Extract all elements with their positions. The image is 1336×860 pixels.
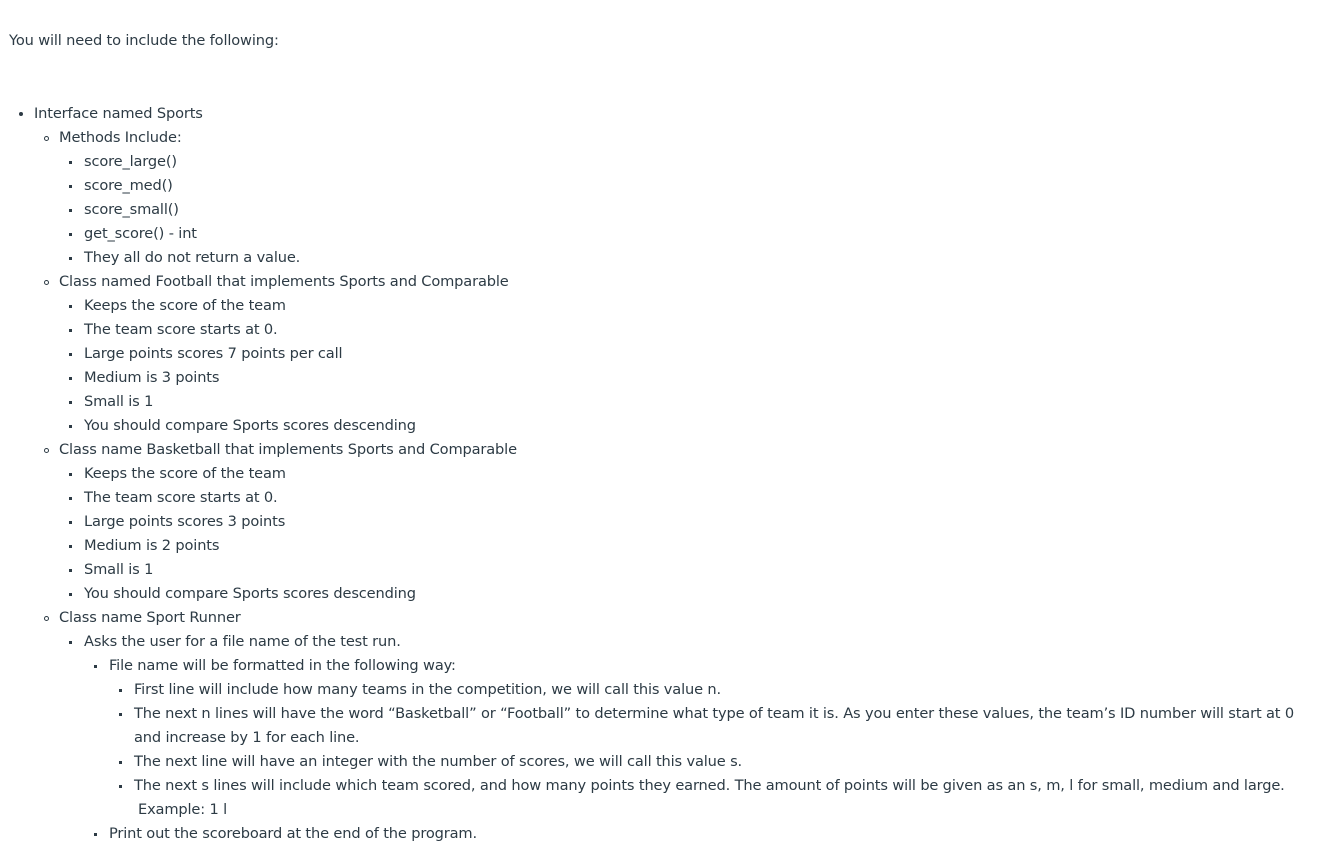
list-item: You should compare Sports scores descend… bbox=[59, 414, 1320, 438]
basketball-rule-text: You should compare Sports scores descend… bbox=[84, 585, 416, 602]
circle-bullet-icon bbox=[44, 280, 49, 285]
basketball-rule-text: The team score starts at 0. bbox=[84, 489, 278, 506]
list-item: First line will include how many teams i… bbox=[109, 678, 1320, 702]
method-text: They all do not return a value. bbox=[84, 249, 301, 266]
circle-bullet-icon bbox=[44, 448, 49, 453]
method-text: get_score() - int bbox=[84, 225, 197, 242]
disc-bullet-icon bbox=[19, 112, 23, 116]
square-bullet-icon bbox=[94, 833, 97, 836]
list-item: The team score starts at 0. bbox=[59, 318, 1320, 342]
methods-label: Methods Include: bbox=[59, 129, 182, 146]
format-line-text: The next n lines will have the word “Bas… bbox=[134, 705, 1294, 746]
basketball-rule-text: Keeps the score of the team bbox=[84, 465, 286, 482]
football-list: Keeps the score of the team The team sco… bbox=[59, 294, 1320, 438]
format-line-text: The next s lines will include which team… bbox=[134, 777, 1285, 794]
square-bullet-icon bbox=[94, 665, 97, 668]
list-item: Keeps the score of the team bbox=[59, 294, 1320, 318]
interface-sublist: Methods Include: score_large() score_med… bbox=[34, 126, 1320, 846]
list-item: score_small() bbox=[59, 198, 1320, 222]
football-rule-text: Small is 1 bbox=[84, 393, 154, 410]
square-bullet-icon bbox=[69, 209, 72, 212]
square-bullet-icon bbox=[69, 353, 72, 356]
list-item-format: File name will be formatted in the follo… bbox=[84, 654, 1320, 822]
interface-label: Interface named Sports bbox=[34, 105, 203, 122]
square-bullet-icon bbox=[119, 689, 122, 692]
football-rule-text: The team score starts at 0. bbox=[84, 321, 278, 338]
list-item-sport-runner: Class name Sport Runner Asks the user fo… bbox=[34, 606, 1320, 846]
football-label: Class named Football that implements Spo… bbox=[59, 273, 509, 290]
list-item: get_score() - int bbox=[59, 222, 1320, 246]
list-item: The team score starts at 0. bbox=[59, 486, 1320, 510]
list-item: The next s lines will include which team… bbox=[109, 774, 1320, 822]
football-rule-text: You should compare Sports scores descend… bbox=[84, 417, 416, 434]
list-item: Small is 1 bbox=[59, 558, 1320, 582]
basketball-rule-text: Small is 1 bbox=[84, 561, 154, 578]
runner-list: Asks the user for a file name of the tes… bbox=[59, 630, 1320, 846]
runner-format-list: File name will be formatted in the follo… bbox=[84, 654, 1320, 846]
square-bullet-icon bbox=[69, 185, 72, 188]
square-bullet-icon bbox=[69, 161, 72, 164]
example-text: Example: 1 l bbox=[138, 801, 228, 818]
list-item-print: Print out the scoreboard at the end of t… bbox=[84, 822, 1320, 846]
print-text: Print out the scoreboard at the end of t… bbox=[109, 825, 477, 842]
square-bullet-icon bbox=[69, 473, 72, 476]
format-line-text: The next line will have an integer with … bbox=[134, 753, 743, 770]
square-bullet-icon bbox=[119, 785, 122, 788]
football-rule-text: Large points scores 7 points per call bbox=[84, 345, 343, 362]
list-item: They all do not return a value. bbox=[59, 246, 1320, 270]
list-item: The next n lines will have the word “Bas… bbox=[109, 702, 1320, 750]
format-line-text: First line will include how many teams i… bbox=[134, 681, 721, 698]
square-bullet-icon bbox=[69, 497, 72, 500]
square-bullet-icon bbox=[69, 593, 72, 596]
method-text: score_med() bbox=[84, 177, 173, 194]
football-rule-text: Keeps the score of the team bbox=[84, 297, 286, 314]
runner-label: Class name Sport Runner bbox=[59, 609, 241, 626]
runner-asks-text: Asks the user for a file name of the tes… bbox=[84, 633, 401, 650]
square-bullet-icon bbox=[69, 569, 72, 572]
requirements-list: Interface named Sports Methods Include: … bbox=[0, 102, 1320, 846]
circle-bullet-icon bbox=[44, 136, 49, 141]
list-item: score_med() bbox=[59, 174, 1320, 198]
square-bullet-icon bbox=[119, 761, 122, 764]
list-item: Large points scores 7 points per call bbox=[59, 342, 1320, 366]
method-text: score_large() bbox=[84, 153, 177, 170]
square-bullet-icon bbox=[119, 713, 122, 716]
square-bullet-icon bbox=[69, 257, 72, 260]
square-bullet-icon bbox=[69, 545, 72, 548]
square-bullet-icon bbox=[69, 401, 72, 404]
square-bullet-icon bbox=[69, 425, 72, 428]
list-item: Small is 1 bbox=[59, 390, 1320, 414]
square-bullet-icon bbox=[69, 233, 72, 236]
intro-text: You will need to include the following: bbox=[9, 32, 279, 49]
square-bullet-icon bbox=[69, 329, 72, 332]
list-item: Medium is 3 points bbox=[59, 366, 1320, 390]
list-item-basketball: Class name Basketball that implements Sp… bbox=[34, 438, 1320, 606]
basketball-label: Class name Basketball that implements Sp… bbox=[59, 441, 517, 458]
method-text: score_small() bbox=[84, 201, 179, 218]
list-item: Keeps the score of the team bbox=[59, 462, 1320, 486]
basketball-list: Keeps the score of the team The team sco… bbox=[59, 462, 1320, 606]
format-lines-list: First line will include how many teams i… bbox=[109, 678, 1320, 822]
list-item-interface: Interface named Sports Methods Include: … bbox=[0, 102, 1320, 846]
circle-bullet-icon bbox=[44, 616, 49, 621]
square-bullet-icon bbox=[69, 377, 72, 380]
list-item: The next line will have an integer with … bbox=[109, 750, 1320, 774]
list-item-asks: Asks the user for a file name of the tes… bbox=[59, 630, 1320, 846]
basketball-rule-text: Large points scores 3 points bbox=[84, 513, 286, 530]
format-label: File name will be formatted in the follo… bbox=[109, 657, 456, 674]
football-rule-text: Medium is 3 points bbox=[84, 369, 220, 386]
list-item-methods: Methods Include: score_large() score_med… bbox=[34, 126, 1320, 270]
list-item: score_large() bbox=[59, 150, 1320, 174]
list-item: You should compare Sports scores descend… bbox=[59, 582, 1320, 606]
list-item: Medium is 2 points bbox=[59, 534, 1320, 558]
list-item-football: Class named Football that implements Spo… bbox=[34, 270, 1320, 438]
list-item: Large points scores 3 points bbox=[59, 510, 1320, 534]
square-bullet-icon bbox=[69, 305, 72, 308]
square-bullet-icon bbox=[69, 521, 72, 524]
basketball-rule-text: Medium is 2 points bbox=[84, 537, 220, 554]
square-bullet-icon bbox=[69, 641, 72, 644]
methods-list: score_large() score_med() score_small() … bbox=[59, 150, 1320, 270]
